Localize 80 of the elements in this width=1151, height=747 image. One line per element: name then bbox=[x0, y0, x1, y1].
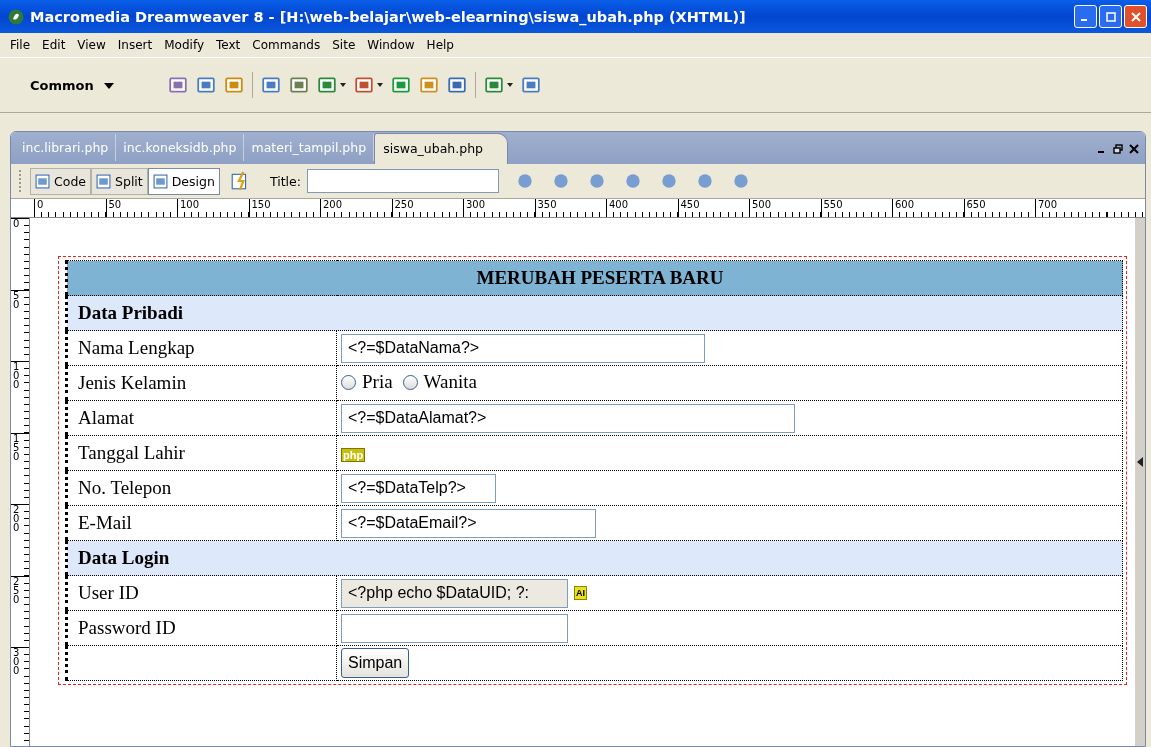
input-field[interactable]: <?=$DataEmail?> bbox=[341, 508, 596, 538]
document-tab[interactable]: siswa_ubah.php bbox=[374, 133, 508, 164]
ruler-label: 550 bbox=[820, 199, 892, 217]
window-title: Macromedia Dreamweaver 8 - [H:\web-belajar\web-elearning\siswa_ubah.php (XHTML)] bbox=[30, 8, 746, 25]
ruler-label: 0 bbox=[34, 199, 106, 217]
menu-item[interactable]: Help bbox=[420, 38, 460, 52]
field-label: E-Mail bbox=[78, 512, 132, 533]
ruler-label: 600 bbox=[892, 199, 964, 217]
field-label: Jenis Kelamin bbox=[78, 372, 187, 393]
caret-icon[interactable] bbox=[377, 83, 383, 87]
restore-icon[interactable] bbox=[1113, 144, 1123, 154]
radio-button[interactable] bbox=[341, 374, 356, 390]
caret-icon[interactable] bbox=[507, 83, 513, 87]
menu-item[interactable]: Text bbox=[210, 38, 247, 52]
ruler-label: 200 bbox=[12, 505, 20, 532]
ruler-label: 50 bbox=[105, 199, 177, 217]
radio-label: Wanita bbox=[423, 371, 477, 394]
view-button[interactable]: Split bbox=[91, 167, 148, 195]
title-field[interactable] bbox=[306, 169, 499, 193]
menu-item[interactable]: Modify bbox=[158, 38, 210, 52]
ruler-label: 100 bbox=[12, 362, 20, 389]
ruler-label: 250 bbox=[12, 576, 20, 604]
menu-item[interactable]: File bbox=[4, 38, 37, 52]
view-button[interactable]: Code bbox=[30, 167, 91, 195]
menu-item[interactable]: Commands bbox=[246, 38, 327, 52]
close-icon bbox=[1130, 11, 1141, 22]
input-field[interactable] bbox=[341, 613, 568, 643]
minimize-icon bbox=[1081, 19, 1087, 21]
close-button[interactable] bbox=[1124, 5, 1147, 28]
ruler-label: 250 bbox=[391, 199, 463, 217]
menu-item[interactable]: Window bbox=[361, 38, 421, 52]
title-label: Title: bbox=[269, 173, 301, 189]
view-icon bbox=[96, 173, 111, 189]
menu-item[interactable]: Insert bbox=[111, 38, 159, 52]
ruler-label: 100 bbox=[177, 199, 249, 217]
input-field[interactable]: <?=$DataAlamat?> bbox=[341, 403, 795, 433]
ruler-label: 150 bbox=[12, 433, 20, 461]
ruler-label: 450 bbox=[677, 199, 749, 217]
menu-item[interactable]: Edit bbox=[36, 38, 72, 52]
ruler-label: 50 bbox=[12, 290, 20, 309]
menu-item[interactable]: Site bbox=[326, 38, 362, 52]
field-label: Alamat bbox=[78, 407, 134, 428]
field-label: Password ID bbox=[78, 617, 176, 638]
ruler-label: 400 bbox=[606, 199, 678, 217]
ruler-label: 0 bbox=[12, 219, 20, 228]
table-heading: MERUBAH PESERTA BARU bbox=[66, 260, 1123, 296]
maximize-button[interactable] bbox=[1099, 5, 1122, 28]
menu-item[interactable]: View bbox=[71, 38, 112, 52]
close-icon[interactable] bbox=[1129, 144, 1139, 154]
ruler-label: 350 bbox=[534, 199, 606, 217]
ruler-label: 300 bbox=[12, 648, 20, 675]
caret-icon[interactable] bbox=[340, 83, 346, 87]
php-marker-icon: php bbox=[341, 448, 366, 462]
input-field[interactable]: <?=$DataNama?> bbox=[341, 333, 705, 363]
section-heading: Data Pribadi bbox=[66, 295, 1123, 331]
ruler-label: 300 bbox=[463, 199, 535, 217]
app-logo-icon bbox=[8, 8, 24, 25]
view-button[interactable]: Design bbox=[147, 167, 220, 195]
view-icon bbox=[35, 173, 50, 189]
caret-icon bbox=[104, 83, 115, 89]
maximize-icon bbox=[1105, 11, 1116, 22]
ruler-label: 500 bbox=[749, 199, 821, 217]
minimize-button[interactable] bbox=[1074, 5, 1097, 28]
submit-button[interactable]: Simpan bbox=[341, 648, 410, 678]
input-field[interactable]: <?=$DataTelp?> bbox=[341, 473, 496, 503]
ruler-label: 650 bbox=[963, 199, 1035, 217]
field-label: Tanggal Lahir bbox=[78, 442, 185, 463]
ruler-label: 700 bbox=[1035, 199, 1107, 217]
category-dropdown[interactable]: Common bbox=[30, 77, 160, 93]
script-marker-icon: AI bbox=[574, 586, 587, 600]
field-label: Nama Lengkap bbox=[78, 337, 195, 358]
radio-label: Pria bbox=[362, 371, 393, 394]
radio-button[interactable] bbox=[402, 374, 418, 390]
field-label: No. Telepon bbox=[78, 477, 172, 498]
field-label: User ID bbox=[78, 582, 139, 603]
collapse-arrow-icon[interactable] bbox=[1137, 457, 1143, 467]
ruler-label: 200 bbox=[320, 199, 392, 217]
section-heading: Data Login bbox=[66, 540, 1123, 576]
view-icon bbox=[152, 173, 168, 189]
ruler-label: 150 bbox=[248, 199, 320, 217]
